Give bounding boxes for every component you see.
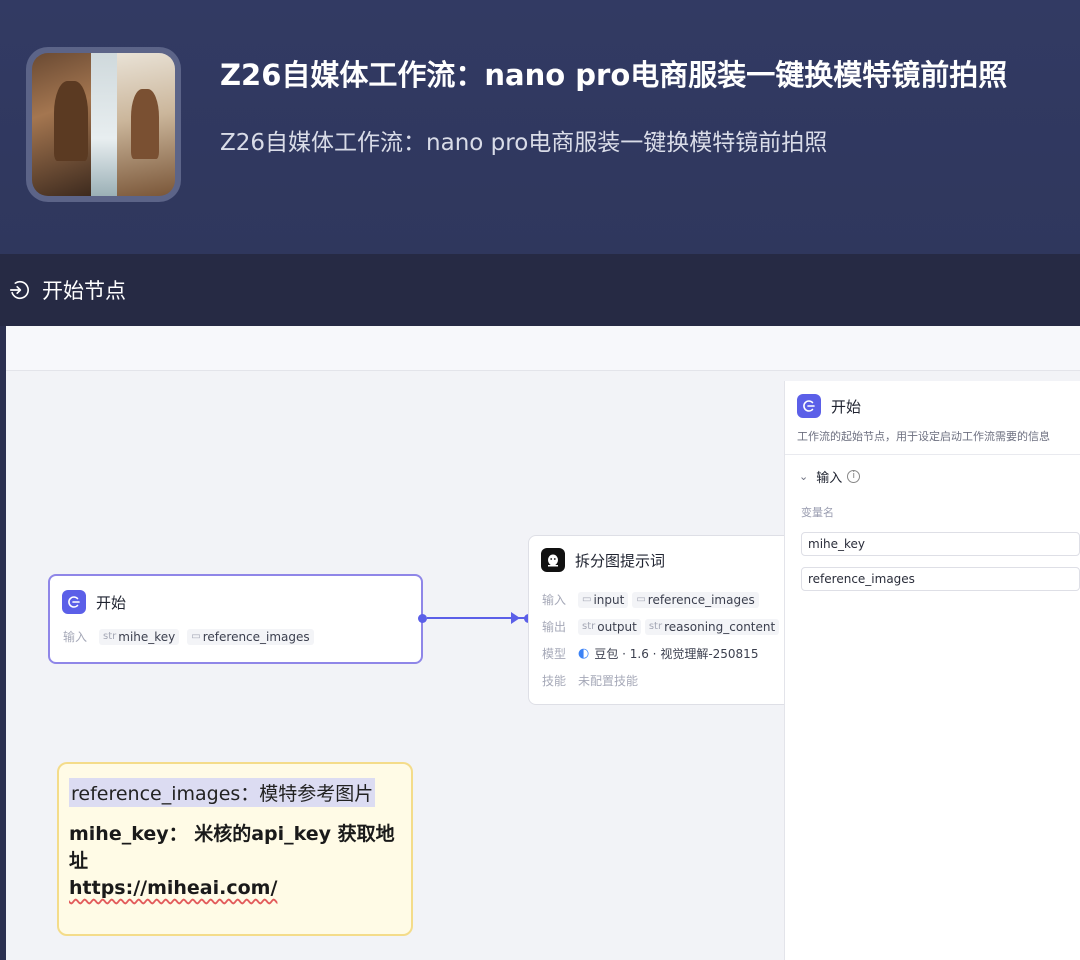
section-bar: 开始节点 (0, 254, 1080, 326)
info-icon[interactable]: i (847, 470, 861, 483)
output-port[interactable] (418, 614, 427, 623)
image-type-icon: ▭ (191, 631, 201, 642)
panel-description: 工作流的起始节点，用于设定启动工作流需要的信息 (797, 430, 1050, 443)
note-link[interactable]: https://miheai.com/ (69, 877, 401, 899)
variable-tag: str output (578, 618, 641, 635)
workflow-subtitle: Z26自媒体工作流：nano pro电商服装一键换模特镜前拍照 (220, 130, 828, 156)
model-photo-left (32, 53, 91, 196)
doubao-icon: ◐ (578, 646, 590, 661)
start-icon (62, 590, 86, 614)
chevron-down-icon[interactable]: ⌄ (799, 470, 808, 483)
note-line: mihe_key： 米核的api_key 获取地址 (69, 823, 395, 872)
split-prompt-node[interactable]: 拆分图提示词 输入 ▭ input ▭ reference_images 输出 st… (528, 535, 798, 705)
comment-note[interactable]: reference_images：模特参考图片 mihe_key： 米核的api… (57, 762, 413, 936)
section-title: 开始节点 (42, 279, 126, 303)
input-section-toggle[interactable]: ⌄ 输入 i (785, 455, 1080, 486)
panel-title: 开始 (831, 397, 862, 416)
arrow-head (511, 612, 520, 624)
variable-tag: ▭ input (578, 591, 629, 608)
workflow-title: Z26自媒体工作流：nano pro电商服装一键换模特镜前拍照 (220, 58, 1008, 92)
output-label: 输出 (542, 620, 567, 634)
workflow-thumbnail (26, 47, 181, 202)
canvas-toolbar (6, 326, 1080, 371)
model-value: 豆包 · 1.6 · 视觉理解-250815 (594, 647, 759, 661)
variable-tag: str reasoning_content (644, 618, 780, 635)
skill-value: 未配置技能 (578, 674, 639, 688)
input-label: 输入 (542, 593, 567, 607)
model-label: 模型 (542, 647, 567, 661)
start-icon (797, 394, 821, 418)
start-node-icon (9, 280, 29, 300)
column-header: 变量名 (801, 506, 834, 519)
variable-name-field[interactable]: reference_images (801, 567, 1080, 591)
variable-name-field[interactable]: mihe_key (801, 532, 1080, 556)
variable-tag: str mihe_key (99, 628, 180, 645)
note-line: reference_images：模特参考图片 (69, 778, 376, 807)
node-config-panel: 开始 工作流的起始节点，用于设定启动工作流需要的信息 ⌄ 输入 i 变量名 mi… (784, 381, 1080, 960)
input-label: 输入 (63, 630, 88, 644)
skill-label: 技能 (542, 674, 567, 688)
split-node-title: 拆分图提示词 (575, 551, 666, 570)
start-node[interactable]: 开始 输入 str mihe_key ▭ reference_images (48, 574, 423, 664)
workflow-canvas[interactable]: 开始 输入 str mihe_key ▭ reference_images 拆分图提… (6, 326, 1080, 960)
christmas-tree-image (90, 53, 117, 196)
variable-tag: ▭ reference_images (187, 628, 314, 645)
llm-icon (541, 548, 565, 572)
start-node-title: 开始 (96, 593, 127, 612)
variable-tag: ▭ reference_images (632, 591, 759, 608)
model-photo-right (116, 53, 175, 196)
section-label: 输入 (816, 471, 843, 486)
workflow-header: Z26自媒体工作流：nano pro电商服装一键换模特镜前拍照 Z26自媒体工作… (0, 0, 1080, 254)
